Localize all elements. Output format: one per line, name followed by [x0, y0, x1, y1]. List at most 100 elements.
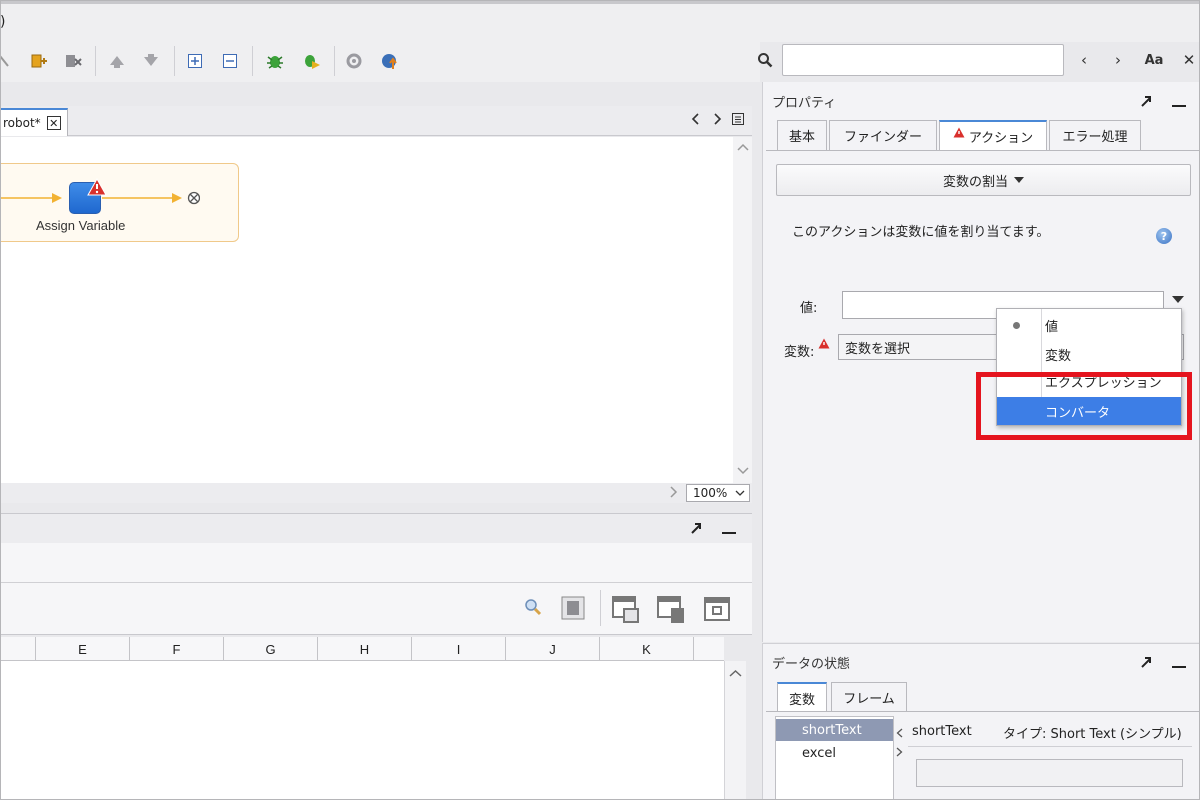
variable-label: 変数:: [784, 345, 815, 360]
menu-item-variable[interactable]: 変数: [997, 340, 1181, 368]
lower-panel-header: [0, 513, 752, 543]
canvas-horizontal-bar: [0, 483, 752, 503]
tab-scroll-right-icon[interactable]: [714, 113, 722, 129]
debug-run-icon[interactable]: [300, 50, 322, 72]
search-close-button[interactable]: ✕: [1176, 48, 1200, 72]
variable-value-field[interactable]: [916, 759, 1183, 787]
window-a-icon[interactable]: [612, 596, 640, 628]
debug-icon[interactable]: [264, 50, 286, 72]
scroll-right-icon[interactable]: [670, 486, 678, 502]
tab-underline: [766, 150, 1200, 151]
tab-list-icon[interactable]: [732, 113, 744, 129]
editor-tab-robot[interactable]: robot* ✕: [0, 108, 68, 136]
move-down-icon[interactable]: [140, 50, 162, 72]
editor-tab-label: robot*: [3, 116, 41, 130]
column-header[interactable]: E: [35, 637, 129, 661]
detail-divider: [908, 746, 1192, 747]
move-up-icon[interactable]: [106, 50, 128, 72]
zoom-search-icon[interactable]: [524, 598, 542, 620]
maximize-icon[interactable]: [1140, 95, 1152, 111]
tab-frames[interactable]: フレーム: [831, 682, 907, 712]
help-icon[interactable]: ?: [1156, 228, 1172, 244]
search-prev-button[interactable]: ‹: [1071, 48, 1097, 72]
expand-icon[interactable]: [184, 50, 206, 72]
collapse-left-icon[interactable]: [896, 727, 903, 742]
scroll-down-icon: [737, 467, 749, 475]
menu-item-label: 値: [1045, 319, 1059, 335]
column-header[interactable]: K: [599, 637, 693, 661]
collapse-icon[interactable]: [219, 50, 241, 72]
action-description: このアクションは変数に値を割り当てます。: [792, 225, 1050, 240]
spreadsheet-vertical-scrollbar[interactable]: [724, 661, 746, 800]
spreadsheet-column-header: E F G H I J K: [0, 637, 724, 661]
remove-step-icon[interactable]: [62, 50, 84, 72]
scroll-up-icon: [737, 143, 749, 151]
window-b-icon[interactable]: [657, 596, 685, 628]
scroll-up-icon: [729, 669, 742, 677]
match-case-button[interactable]: Aa: [1140, 48, 1168, 72]
column-header-partial: [0, 637, 35, 661]
insert-step-icon[interactable]: [28, 50, 50, 72]
properties-title: プロパティ: [772, 96, 837, 111]
sheet-icon[interactable]: [561, 596, 585, 624]
action-dropdown-button[interactable]: 変数の割当: [776, 164, 1191, 196]
step-label: Assign Variable: [36, 218, 126, 233]
caret-down-icon: [1014, 177, 1024, 183]
minimize-icon[interactable]: [722, 532, 736, 534]
maximize-icon[interactable]: [690, 522, 702, 538]
toolbar-separator: [252, 46, 253, 76]
menu-item-label: 変数: [1045, 348, 1072, 364]
warning-icon: [87, 177, 107, 200]
variable-list: shortText excel: [775, 716, 894, 800]
column-header[interactable]: F: [129, 637, 223, 661]
tab-error-handling[interactable]: エラー処理: [1049, 120, 1141, 150]
title-bar: ): [0, 4, 1200, 42]
canvas-vertical-scrollbar[interactable]: [733, 137, 752, 483]
variable-detail-name: shortText: [912, 724, 972, 739]
tab-action-label: アクション: [968, 130, 1034, 146]
expand-right-icon[interactable]: [896, 746, 903, 761]
tab-scroll-left-icon[interactable]: [691, 113, 699, 128]
search-icon[interactable]: [752, 48, 778, 72]
list-item-excel[interactable]: excel: [776, 742, 893, 764]
settings-gear-icon[interactable]: [343, 50, 365, 72]
window-zoom-icon[interactable]: [704, 597, 730, 625]
zoom-select[interactable]: 100%: [686, 484, 750, 502]
toolbar-separator: [600, 590, 601, 626]
menu-item-value[interactable]: 値: [997, 311, 1181, 339]
toolbar-separator: [334, 46, 335, 76]
value-type-dropdown-icon[interactable]: [1172, 293, 1184, 308]
warning-icon: [818, 338, 830, 353]
tab-basic[interactable]: 基本: [777, 120, 827, 150]
toolbar-separator: [174, 46, 175, 76]
chevron-down-icon: [735, 490, 745, 496]
data-state-title: データの状態: [772, 657, 851, 672]
column-header-partial: [693, 637, 724, 661]
minimize-icon[interactable]: [1172, 105, 1186, 107]
lower-panel-strip: [0, 543, 752, 583]
tab-finder[interactable]: ファインダー: [829, 120, 937, 150]
warning-icon: [953, 127, 965, 137]
list-item-shorttext[interactable]: shortText: [776, 719, 893, 741]
value-label: 値:: [800, 301, 818, 316]
toolbar-separator: [95, 46, 96, 76]
column-header[interactable]: I: [411, 637, 505, 661]
tab-action[interactable]: アクション: [939, 120, 1047, 150]
tab-variables[interactable]: 変数: [777, 682, 827, 712]
spreadsheet-grid[interactable]: [0, 661, 724, 800]
column-header[interactable]: J: [505, 637, 599, 661]
column-header[interactable]: G: [223, 637, 317, 661]
partial-toolbar-icon[interactable]: [0, 50, 16, 72]
upload-globe-icon[interactable]: [379, 50, 401, 72]
action-dropdown-label: 変数の割当: [942, 174, 1008, 190]
search-next-button[interactable]: ›: [1105, 48, 1131, 72]
editor-tab-bar: [0, 106, 752, 136]
radio-dot-icon: [1013, 322, 1020, 329]
search-input[interactable]: [782, 44, 1064, 76]
column-header[interactable]: H: [317, 637, 411, 661]
minimize-icon[interactable]: [1172, 666, 1186, 668]
maximize-icon[interactable]: [1140, 656, 1152, 672]
title-fragment: ): [0, 14, 6, 30]
close-tab-icon[interactable]: ✕: [46, 116, 61, 130]
variable-select-value: 変数を選択: [845, 341, 911, 357]
